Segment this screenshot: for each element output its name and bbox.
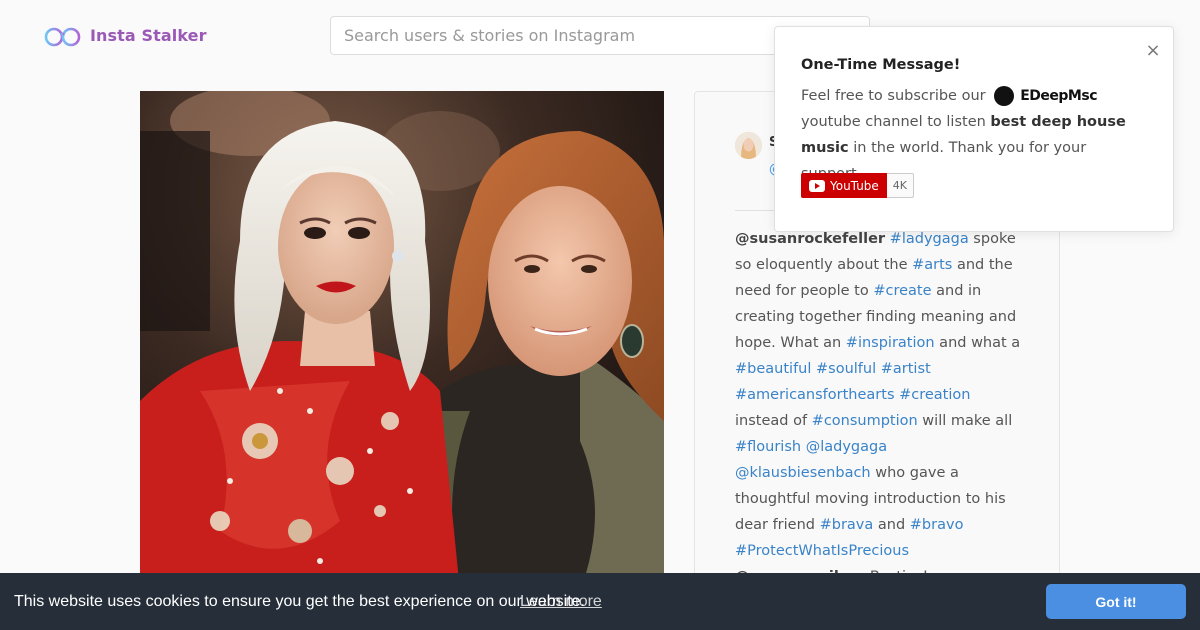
hashtag-link[interactable]: #inspiration [846,335,935,351]
hashtag-link[interactable]: #ProtectWhatIsPrecious [735,543,909,559]
popup-text-after-brand: youtube channel to listen [801,114,986,130]
brand-name: EDeepMsc [1020,88,1097,104]
brand-badge[interactable]: EDeepMsc [994,83,1097,109]
caption-text: instead of [735,413,812,429]
hashtag-link[interactable]: #bravo [910,517,964,533]
post-caption: @susanrockefeller #ladygaga spoke so elo… [735,226,1027,590]
brand-logo-icon [994,86,1015,106]
caption-text: will make all [917,413,1013,429]
logo-icon [44,27,81,47]
hashtag-link[interactable]: #consumption [812,413,918,429]
youtube-subscriber-count: 4K [886,173,915,198]
popup-body: Feel free to subscribe our EDeepMsc yout… [801,83,1151,187]
hashtag-link[interactable]: #flourish [735,439,801,455]
post-photo [140,91,664,591]
learn-more-link[interactable]: Learn more [520,593,602,611]
logo-text: Insta Stalker [90,25,207,45]
site-logo[interactable]: Insta Stalker [44,22,207,48]
youtube-play-icon [809,179,825,192]
avatar[interactable] [735,132,762,159]
hashtag-link[interactable]: #americansforthearts [735,387,895,403]
hashtag-link[interactable]: #creation [899,387,970,403]
got-it-button[interactable]: Got it! [1046,584,1186,619]
youtube-subscribe-button[interactable]: YouTube [801,173,887,198]
close-icon[interactable]: × [1145,42,1161,60]
mention-link[interactable]: @susanrockefeller [735,231,885,247]
youtube-subscribe-widget: YouTube 4K [801,173,915,198]
one-time-message-popup: × One-Time Message! Feel free to subscri… [774,26,1174,232]
hashtag-link[interactable]: #create [873,283,931,299]
caption-text: and [873,517,910,533]
hashtag-link[interactable]: #ladygaga [890,231,969,247]
cookie-banner: This website uses cookies to ensure you … [0,573,1200,630]
youtube-label: YouTube [830,178,879,193]
hashtag-link[interactable]: #soulful [816,361,876,377]
popup-title: One-Time Message! [801,57,961,73]
caption-text: and what a [934,335,1021,351]
avatar-image [735,132,762,159]
popup-text-before: Feel free to subscribe our [801,88,986,104]
hashtag-link[interactable]: @ladygaga [806,439,887,455]
post-photo-image [140,91,664,591]
hashtag-link[interactable]: #brava [820,517,874,533]
hashtag-link[interactable]: #arts [912,257,952,273]
cookie-message: This website uses cookies to ensure you … [14,593,585,610]
hashtag-link[interactable]: #beautiful [735,361,811,377]
hashtag-link[interactable]: #artist [881,361,931,377]
hashtag-link[interactable]: @klausbiesenbach [735,465,871,481]
